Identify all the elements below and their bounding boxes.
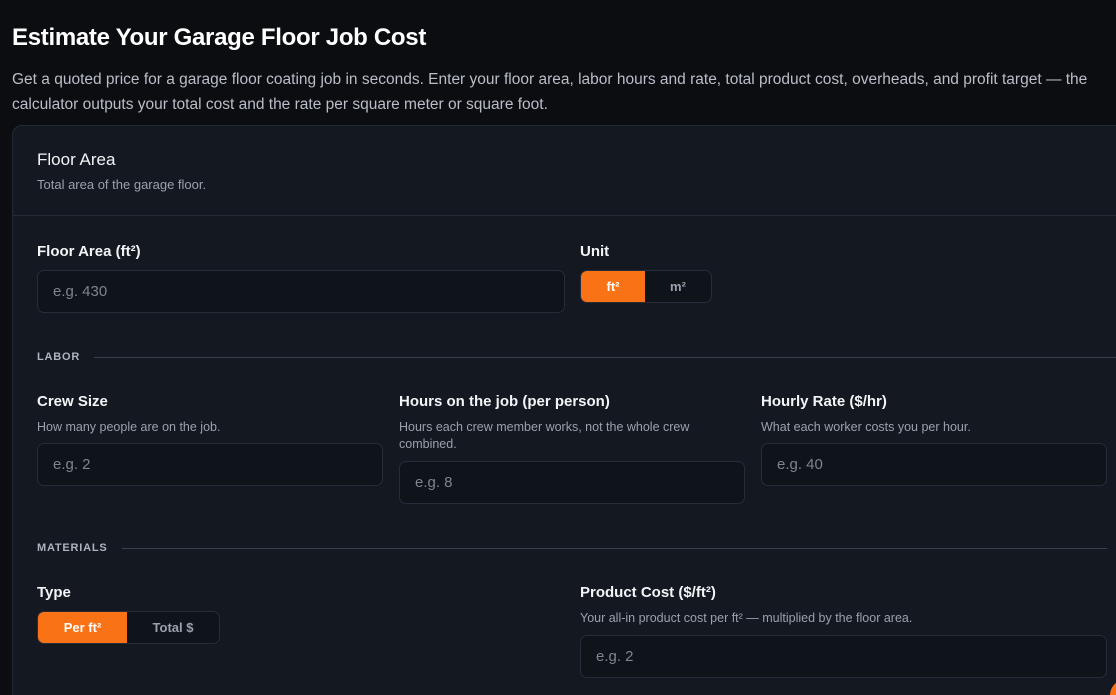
type-label: Type — [37, 584, 71, 601]
product-cost-help: Your all-in product cost per ft² — multi… — [580, 611, 913, 625]
type-option-total[interactable]: Total $ — [127, 612, 219, 643]
unit-toggle: ft² m² — [580, 270, 712, 303]
floor-area-input[interactable] — [37, 270, 565, 313]
card-title: Floor Area — [37, 150, 116, 169]
materials-section-header: MATERIALS — [37, 542, 1107, 554]
product-cost-input[interactable] — [580, 635, 1107, 678]
hourly-rate-label: Hourly Rate ($/hr) — [761, 393, 887, 410]
section-divider — [121, 547, 1107, 549]
hourly-rate-help: What each worker costs you per hour. — [761, 420, 971, 434]
page-intro: Get a quoted price for a garage floor co… — [12, 71, 1088, 113]
unit-option-ft2[interactable]: ft² — [581, 271, 645, 302]
product-cost-label: Product Cost ($/ft²) — [580, 584, 716, 601]
card-subtitle: Total area of the garage floor. — [37, 177, 207, 192]
hours-help: Hours each crew member works, not the wh… — [399, 420, 690, 451]
card-header: Floor Area Total area of the garage floo… — [13, 126, 1116, 216]
material-type-toggle: Per ft² Total $ — [37, 611, 220, 644]
crew-size-help: How many people are on the job. — [37, 420, 221, 434]
crew-size-input[interactable] — [37, 443, 383, 486]
floor-area-card: Floor Area Total area of the garage floo… — [12, 125, 1116, 695]
hourly-rate-input[interactable] — [761, 443, 1107, 486]
calculator-page: Estimate Your Garage Floor Job Cost Get … — [0, 0, 1116, 695]
type-option-per-ft2[interactable]: Per ft² — [38, 612, 127, 643]
floor-area-label: Floor Area (ft²) — [37, 243, 141, 260]
section-divider — [94, 356, 1116, 358]
unit-label: Unit — [580, 243, 610, 260]
labor-section-header: LABOR — [37, 351, 1116, 363]
unit-option-m2[interactable]: m² — [645, 271, 711, 302]
crew-size-label: Crew Size — [37, 393, 108, 410]
hours-input[interactable] — [399, 461, 745, 504]
materials-section-label: MATERIALS — [37, 542, 108, 554]
hours-label: Hours on the job (per person) — [399, 393, 610, 410]
page-title: Estimate Your Garage Floor Job Cost — [12, 24, 427, 51]
labor-section-label: LABOR — [37, 351, 81, 363]
